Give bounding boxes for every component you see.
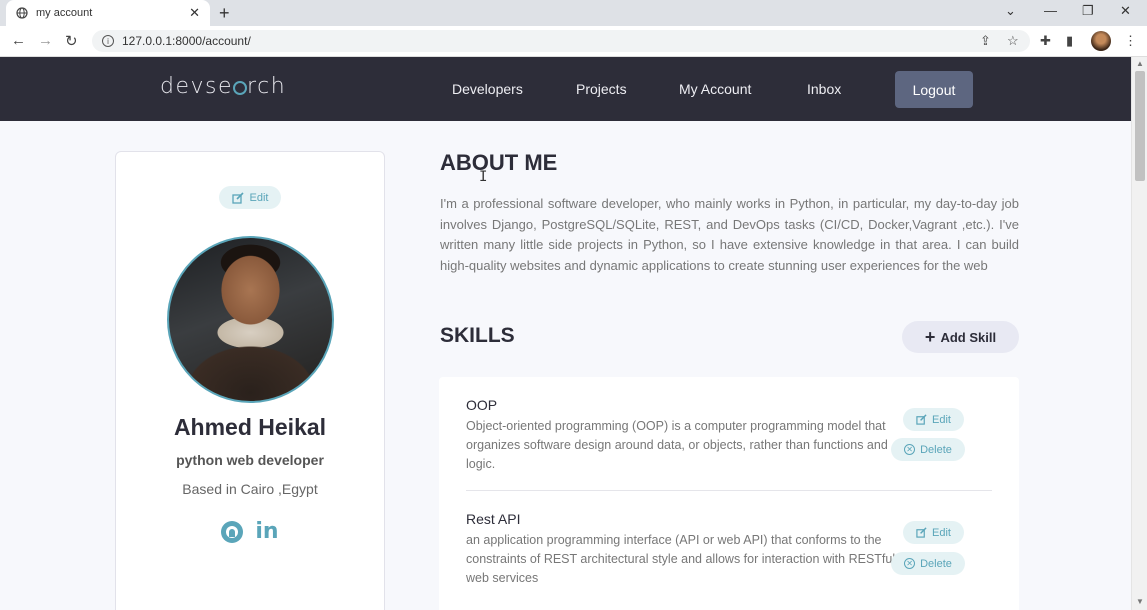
site-navbar: devse rch Developers Projects My Account … — [0, 57, 1131, 121]
delete-skill-label: Delete — [920, 557, 952, 570]
minimize-icon[interactable]: — — [1044, 3, 1057, 18]
globe-icon — [16, 7, 28, 19]
search-logo-icon — [233, 81, 248, 95]
page-scrollbar[interactable]: ▲ ▼ — [1131, 57, 1147, 610]
profile-title: python web developer — [176, 452, 324, 468]
scroll-down-icon[interactable]: ▼ — [1136, 597, 1144, 606]
sidepanel-icon[interactable]: ▮ — [1066, 33, 1073, 49]
edit-profile-button[interactable]: Edit — [219, 186, 281, 209]
github-icon[interactable] — [221, 521, 244, 543]
skills-list: OOP Object-oriented programming (OOP) is… — [439, 377, 1019, 610]
about-heading: ABOUT ME — [440, 150, 558, 175]
social-links: in — [116, 521, 384, 543]
skill-description: an application programming interface (AP… — [466, 533, 896, 585]
close-circle-icon: ✕ — [904, 444, 916, 455]
nav-developers[interactable]: Developers — [452, 81, 523, 97]
star-icon[interactable]: ☆ — [1007, 33, 1019, 49]
browser-tabbar: my account ✕ + ⌄ — ❐ ✕ — [0, 0, 1147, 26]
tab-title: my account — [36, 7, 93, 19]
close-window-icon[interactable]: ✕ — [1120, 3, 1131, 19]
share-icon[interactable]: ⇪ — [980, 33, 991, 49]
chevron-down-icon[interactable]: ⌄ — [1005, 3, 1016, 19]
linkedin-icon[interactable]: in — [255, 521, 278, 543]
scrollbar-thumb[interactable] — [1135, 71, 1145, 181]
logout-button[interactable]: Logout — [895, 71, 973, 108]
edit-icon — [916, 527, 927, 538]
nav-inbox[interactable]: Inbox — [807, 81, 841, 97]
address-bar[interactable]: i 127.0.0.1:8000/account/ — [92, 30, 1030, 52]
forward-icon[interactable]: → — [38, 32, 53, 49]
restore-icon[interactable]: ❐ — [1082, 3, 1094, 19]
url-text: 127.0.0.1:8000/account/ — [122, 34, 251, 48]
edit-icon — [231, 191, 244, 204]
profile-card: Edit Ahmed Heikal python web developer B… — [115, 151, 385, 610]
menu-icon[interactable]: ⋮ — [1124, 33, 1137, 49]
profile-avatar-icon[interactable] — [1091, 31, 1111, 51]
browser-tab[interactable]: my account ✕ — [6, 0, 210, 26]
edit-skill-label: Edit — [932, 526, 951, 539]
browser-toolbar: ← → ↻ i 127.0.0.1:8000/account/ ⇪ ☆ ✚ ▮ … — [0, 26, 1147, 57]
profile-avatar — [167, 236, 334, 403]
delete-skill-label: Delete — [920, 443, 952, 456]
nav-my-account[interactable]: My Account — [679, 81, 751, 97]
back-icon[interactable]: ← — [11, 32, 26, 49]
plus-icon: + — [924, 326, 936, 347]
add-skill-button[interactable]: + Add Skill — [902, 321, 1019, 353]
logo[interactable]: devse rch — [160, 74, 286, 99]
close-tab-icon[interactable]: ✕ — [189, 5, 200, 21]
edit-skill-label: Edit — [932, 413, 951, 426]
reload-icon[interactable]: ↻ — [65, 32, 78, 50]
text-cursor-icon: I — [479, 169, 488, 185]
edit-icon — [916, 414, 927, 425]
about-text: I'm a professional software developer, w… — [440, 196, 1019, 273]
extensions-icon[interactable]: ✚ — [1040, 33, 1051, 49]
profile-name: Ahmed Heikal — [173, 414, 327, 440]
skill-description: Object-oriented programming (OOP) is a c… — [466, 419, 888, 471]
skills-heading: SKILLS — [440, 324, 515, 347]
delete-skill-button[interactable]: ✕ Delete — [891, 438, 965, 461]
nav-projects[interactable]: Projects — [576, 81, 627, 97]
edit-skill-button[interactable]: Edit — [903, 408, 964, 431]
delete-skill-button[interactable]: ✕ Delete — [891, 552, 965, 575]
edit-profile-label: Edit — [249, 191, 269, 204]
scroll-up-icon[interactable]: ▲ — [1136, 59, 1144, 68]
profile-location: Based in Cairo ,Egypt — [182, 481, 318, 497]
info-icon[interactable]: i — [102, 35, 114, 47]
close-circle-icon: ✕ — [904, 558, 916, 569]
add-skill-label: Add Skill — [940, 329, 997, 345]
divider — [466, 490, 992, 491]
new-tab-icon[interactable]: + — [219, 3, 230, 24]
edit-skill-button[interactable]: Edit — [903, 521, 964, 544]
